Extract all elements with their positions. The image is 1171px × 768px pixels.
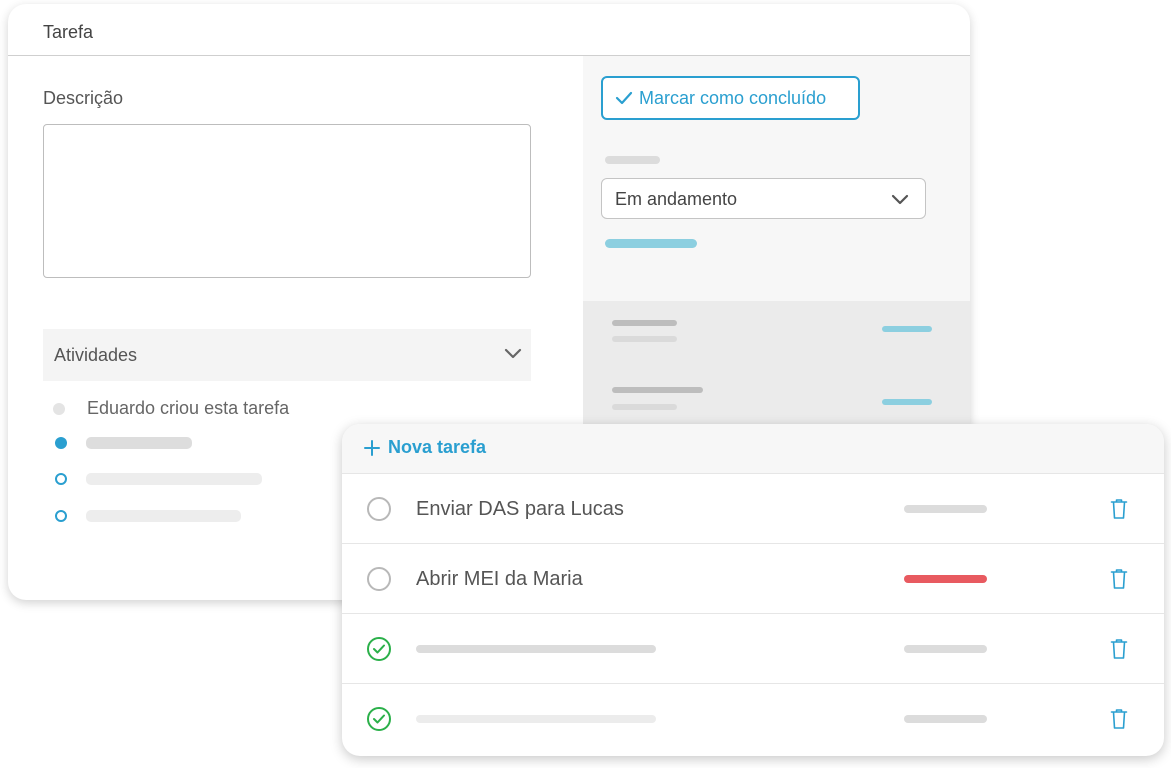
activity-text: Eduardo criou esta tarefa <box>87 398 290 418</box>
task-tag <box>904 505 987 513</box>
activities-accordion[interactable]: Atividades <box>43 329 531 381</box>
related-item-tag <box>882 399 932 405</box>
status-value: Em andamento <box>615 189 738 209</box>
trash-icon[interactable] <box>1110 708 1128 730</box>
check-circle-icon[interactable] <box>366 706 392 732</box>
activity-dot <box>55 473 67 485</box>
activity-dot <box>55 437 67 449</box>
chevron-down-icon <box>504 348 522 359</box>
task-title: Tarefa <box>43 22 94 42</box>
mark-done-label: Marcar como concluído <box>639 87 827 108</box>
new-task-label: Nova tarefa <box>388 437 487 457</box>
activity-dot <box>53 403 65 415</box>
task-name-placeholder <box>416 715 656 723</box>
chevron-down-icon <box>891 194 909 205</box>
task-row[interactable]: Abrir MEI da Maria <box>342 544 1164 614</box>
task-list-header: Nova tarefa <box>342 424 1164 474</box>
task-tag <box>904 575 987 583</box>
trash-icon[interactable] <box>1110 498 1128 520</box>
task-list-card: Nova tarefa Enviar DAS para Lucas Abrir … <box>342 424 1164 756</box>
trash-icon[interactable] <box>1110 568 1128 590</box>
task-row[interactable] <box>342 684 1164 754</box>
trash-icon[interactable] <box>1110 638 1128 660</box>
related-item-placeholder <box>612 404 677 410</box>
task-tag <box>904 645 987 653</box>
task-name: Enviar DAS para Lucas <box>416 498 624 520</box>
check-icon <box>615 91 633 105</box>
related-item-placeholder <box>612 336 677 342</box>
task-name-placeholder <box>416 645 656 653</box>
task-name: Abrir MEI da Maria <box>416 568 583 590</box>
description-label: Descrição <box>43 88 124 108</box>
circle-icon[interactable] <box>366 496 392 522</box>
task-header: Tarefa <box>8 4 970 56</box>
activity-placeholder <box>86 510 241 522</box>
task-tag <box>904 715 987 723</box>
mark-done-button[interactable]: Marcar como concluído <box>601 76 860 120</box>
check-circle-icon[interactable] <box>366 636 392 662</box>
task-row[interactable]: Enviar DAS para Lucas <box>342 474 1164 544</box>
new-task-button[interactable]: Nova tarefa <box>364 437 486 458</box>
activity-dot <box>55 510 67 522</box>
plus-icon <box>364 439 380 456</box>
related-item-tag <box>882 326 932 332</box>
status-select[interactable]: Em andamento <box>601 178 926 219</box>
description-textarea[interactable] <box>43 124 531 278</box>
status-label-placeholder <box>605 156 660 164</box>
activity-placeholder <box>86 437 192 449</box>
activity-placeholder <box>86 473 262 485</box>
related-item-placeholder <box>612 320 677 326</box>
activities-label: Atividades <box>54 345 138 365</box>
circle-icon[interactable] <box>366 566 392 592</box>
related-item-placeholder <box>612 387 703 393</box>
progress-placeholder <box>605 239 697 248</box>
task-row[interactable] <box>342 614 1164 684</box>
